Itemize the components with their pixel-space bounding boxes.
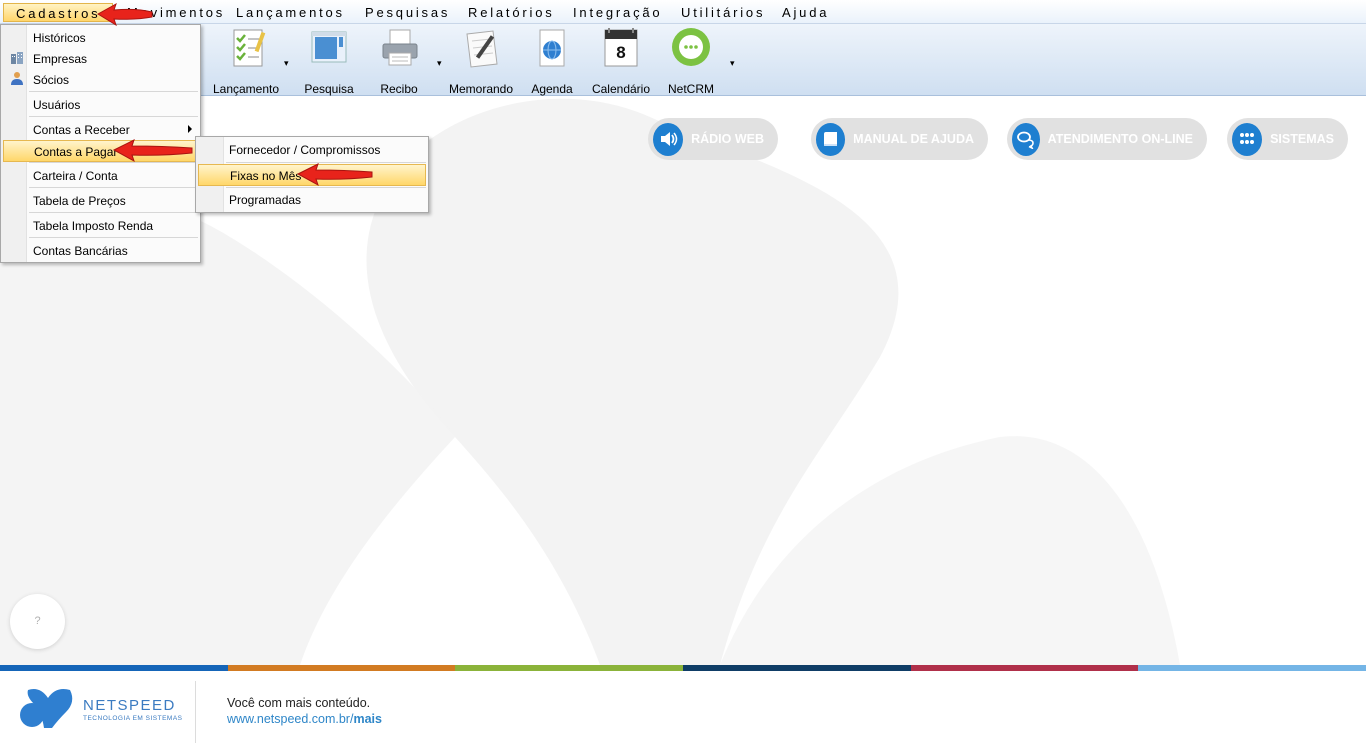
speaker-icon [653, 122, 684, 156]
menu-item-historicos[interactable]: Históricos [3, 27, 198, 49]
toolbar-calendario-button[interactable]: 8 Calendário [585, 26, 657, 96]
menu-item-usuarios[interactable]: Usuários [3, 94, 198, 116]
brand-name: NETSPEED [83, 697, 176, 714]
netspeed-logo-icon [20, 689, 73, 728]
toolbar-recibo-button[interactable]: Recibo [363, 26, 435, 96]
menu-item-contas-bancarias[interactable]: Contas Bancárias [3, 240, 198, 262]
sistemas-button[interactable]: SISTEMAS [1227, 118, 1348, 160]
menu-item-socios[interactable]: Sócios [3, 69, 198, 91]
brand-subtitle: TECNOLOGIA EM SISTEMAS [83, 715, 183, 722]
memo-pen-icon [466, 30, 498, 68]
submenu-arrow-icon [188, 125, 192, 133]
window-icon [311, 31, 347, 63]
annotation-arrow-fixas-no-mes [296, 163, 373, 187]
footer-tagline: Você com mais conteúdo. [227, 696, 371, 710]
menu-item-tabela-de-precos[interactable]: Tabela de Preços [3, 190, 198, 212]
book-icon [816, 122, 846, 156]
menu-utilitarios[interactable]: Utilitários [681, 5, 765, 20]
help-button[interactable]: ? [10, 594, 65, 649]
person-icon [11, 72, 23, 85]
toolbar-pesquisa-button[interactable]: Pesquisa [293, 26, 365, 96]
atendimento-online-button[interactable]: ATENDIMENTO ON-LINE [1007, 118, 1207, 160]
submenu-item-programadas[interactable]: Programadas [198, 189, 426, 211]
toolbar-agenda-button[interactable]: Agenda [516, 26, 588, 96]
netcrm-dropdown-arrow[interactable]: ▾ [730, 58, 735, 69]
lancamento-dropdown-arrow[interactable]: ▾ [284, 58, 289, 69]
buildings-icon [11, 52, 23, 64]
footer-link[interactable]: www.netspeed.com.br/mais [227, 712, 382, 726]
recibo-dropdown-arrow[interactable]: ▾ [437, 58, 442, 69]
submenu-item-fornecedor-compromissos[interactable]: Fornecedor / Compromissos [198, 139, 426, 161]
radio-web-button[interactable]: RÁDIO WEB [648, 118, 778, 160]
menu-pesquisas[interactable]: Pesquisas [365, 5, 450, 20]
footer: NETSPEED TECNOLOGIA EM SISTEMAS Você com… [0, 671, 1366, 747]
menu-integracao[interactable]: Integração [573, 5, 662, 20]
toolbar-memorando-button[interactable]: Memorando [445, 26, 517, 96]
toolbar-lancamento-button[interactable]: Lançamento [210, 26, 282, 96]
chat-bubble-icon [672, 28, 710, 66]
menu-item-tabela-imposto-renda[interactable]: Tabela Imposto Renda [3, 215, 198, 237]
menu-ajuda[interactable]: Ajuda [782, 5, 829, 20]
printer-icon [382, 29, 418, 66]
menu-lancamentos[interactable]: Lançamentos [236, 5, 345, 20]
menu-relatorios[interactable]: Relatórios [468, 5, 555, 20]
toolbar-netcrm-button[interactable]: NetCRM [655, 26, 727, 96]
menu-item-carteira-conta[interactable]: Carteira / Conta [3, 165, 198, 187]
annotation-arrow-cadastros [97, 2, 153, 27]
calendar-icon: 8 [604, 28, 638, 67]
menu-bar: Cadastros Movimentos Lançamentos Pesquis… [0, 0, 1366, 24]
annotation-arrow-contas-a-pagar [112, 139, 193, 163]
checklist-icon [233, 29, 266, 67]
chat-icon [1012, 122, 1040, 156]
globe-agenda-icon [539, 29, 565, 67]
grid-dots-icon [1232, 122, 1263, 156]
calendar-day: 8 [616, 43, 625, 62]
toolbar: Lançamento ▾ Pesquisa Recibo ▾ Memorando… [0, 24, 1366, 96]
manual-de-ajuda-button[interactable]: MANUAL DE AJUDA [811, 118, 988, 160]
menu-item-empresas[interactable]: Empresas [3, 48, 198, 70]
